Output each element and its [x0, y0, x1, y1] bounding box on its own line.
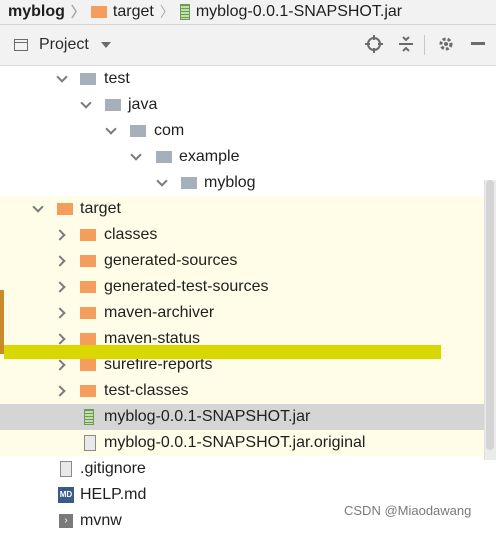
breadcrumb-label: myblog — [8, 3, 65, 20]
toolbar-divider — [424, 35, 425, 55]
folder-icon — [57, 203, 73, 215]
tree-item-test-classes[interactable]: test-classes — [0, 378, 496, 404]
tree-item-label: HELP.md — [80, 486, 147, 503]
folder-icon — [80, 229, 96, 241]
chevron-right-icon[interactable] — [54, 307, 66, 319]
folder-icon — [80, 385, 96, 397]
tree-item-generated-sources[interactable]: generated-sources — [0, 248, 496, 274]
breadcrumb-label: myblog-0.0.1-SNAPSHOT.jar — [195, 3, 403, 20]
folder-icon — [181, 177, 197, 189]
jar-icon — [84, 409, 94, 425]
folder-icon — [80, 255, 96, 267]
folder-icon — [156, 151, 172, 163]
tree-item-label: myblog-0.0.1-SNAPSHOT.jar.original — [104, 434, 366, 451]
tree-item-label: generated-test-sources — [104, 278, 269, 295]
tree-item-snapshot-jar-original[interactable]: myblog-0.0.1-SNAPSHOT.jar.original — [0, 430, 496, 456]
tree-item-label: generated-sources — [104, 252, 238, 269]
project-tree: test java com example myblog target clas… — [0, 66, 496, 529]
chevron-right-icon[interactable] — [54, 385, 66, 397]
chevron-right-icon: 〉 — [159, 4, 174, 20]
folder-icon — [90, 6, 107, 18]
tree-item-label: com — [154, 122, 185, 139]
chevron-down-icon[interactable] — [80, 97, 92, 109]
chevron-down-icon[interactable] — [101, 42, 111, 48]
folder-icon — [80, 73, 96, 85]
breadcrumb: myblog 〉 target 〉 myblog-0.0.1-SNAPSHOT.… — [0, 0, 496, 25]
folder-icon — [105, 99, 121, 111]
chevron-down-icon[interactable] — [156, 175, 168, 187]
tree-item-label: target — [80, 200, 121, 217]
tree-item-label: mvnw — [80, 512, 122, 529]
project-icon — [14, 39, 28, 51]
side-panel-edge — [0, 290, 4, 354]
tree-item-label: test — [104, 70, 130, 87]
tree-item-label: myblog — [204, 174, 256, 191]
marker-highlight — [4, 345, 441, 359]
shell-icon: › — [59, 514, 73, 528]
project-toolbar: Project — [0, 25, 496, 66]
gitignore-icon — [60, 461, 72, 477]
chevron-right-icon[interactable] — [54, 333, 66, 345]
tree-item-com[interactable]: com — [0, 118, 496, 144]
tree-item-classes[interactable]: classes — [0, 222, 496, 248]
tree-item-label: maven-archiver — [104, 304, 215, 321]
gear-icon[interactable] — [436, 34, 456, 54]
chevron-down-icon[interactable] — [130, 149, 142, 161]
chevron-down-icon[interactable] — [105, 123, 117, 135]
tree-item-label: java — [128, 96, 158, 113]
chevron-down-icon[interactable] — [32, 201, 44, 213]
breadcrumb-item-jar[interactable]: myblog-0.0.1-SNAPSHOT.jar — [174, 0, 402, 24]
tree-item-label: .gitignore — [80, 460, 146, 477]
breadcrumb-item-project[interactable]: myblog 〉 — [0, 0, 85, 24]
chevron-right-icon[interactable] — [54, 281, 66, 293]
jar-icon — [179, 4, 190, 20]
tree-item-label: example — [179, 148, 240, 165]
breadcrumb-item-target[interactable]: target 〉 — [85, 0, 174, 24]
hide-icon[interactable] — [468, 34, 488, 54]
tree-item-java[interactable]: java — [0, 92, 496, 118]
project-view-title[interactable]: Project — [39, 36, 89, 54]
md-icon: MD — [58, 487, 74, 503]
locate-icon[interactable] — [364, 34, 384, 54]
chevron-right-icon[interactable] — [54, 255, 66, 267]
watermark: CSDN @Miaodawang — [344, 503, 472, 518]
tree-item-maven-archiver[interactable]: maven-archiver — [0, 300, 496, 326]
folder-icon — [130, 125, 146, 137]
chevron-right-icon[interactable] — [54, 359, 66, 371]
tree-item-label: myblog-0.0.1-SNAPSHOT.jar — [104, 408, 311, 425]
breadcrumb-label: target — [112, 3, 154, 20]
tree-item-myblog[interactable]: myblog — [0, 170, 496, 196]
unknown-file-icon — [84, 435, 96, 451]
chevron-right-icon[interactable] — [54, 229, 66, 241]
folder-icon — [80, 333, 96, 345]
tree-item-label: classes — [104, 226, 158, 243]
scrollbar-thumb[interactable] — [486, 180, 494, 450]
tree-item-gitignore[interactable]: .gitignore — [0, 456, 496, 482]
collapse-all-icon[interactable] — [396, 34, 416, 54]
chevron-down-icon[interactable] — [56, 71, 68, 83]
tree-item-snapshot-jar[interactable]: myblog-0.0.1-SNAPSHOT.jar — [0, 404, 496, 430]
tree-item-generated-test-sources[interactable]: generated-test-sources — [0, 274, 496, 300]
tree-item-target[interactable]: target — [0, 196, 496, 222]
tree-item-test[interactable]: test — [0, 66, 496, 92]
tree-item-example[interactable]: example — [0, 144, 496, 170]
folder-icon — [80, 281, 96, 293]
tree-item-label: test-classes — [104, 382, 189, 399]
folder-icon — [80, 307, 96, 319]
chevron-right-icon: 〉 — [70, 4, 85, 20]
folder-icon — [80, 359, 96, 371]
